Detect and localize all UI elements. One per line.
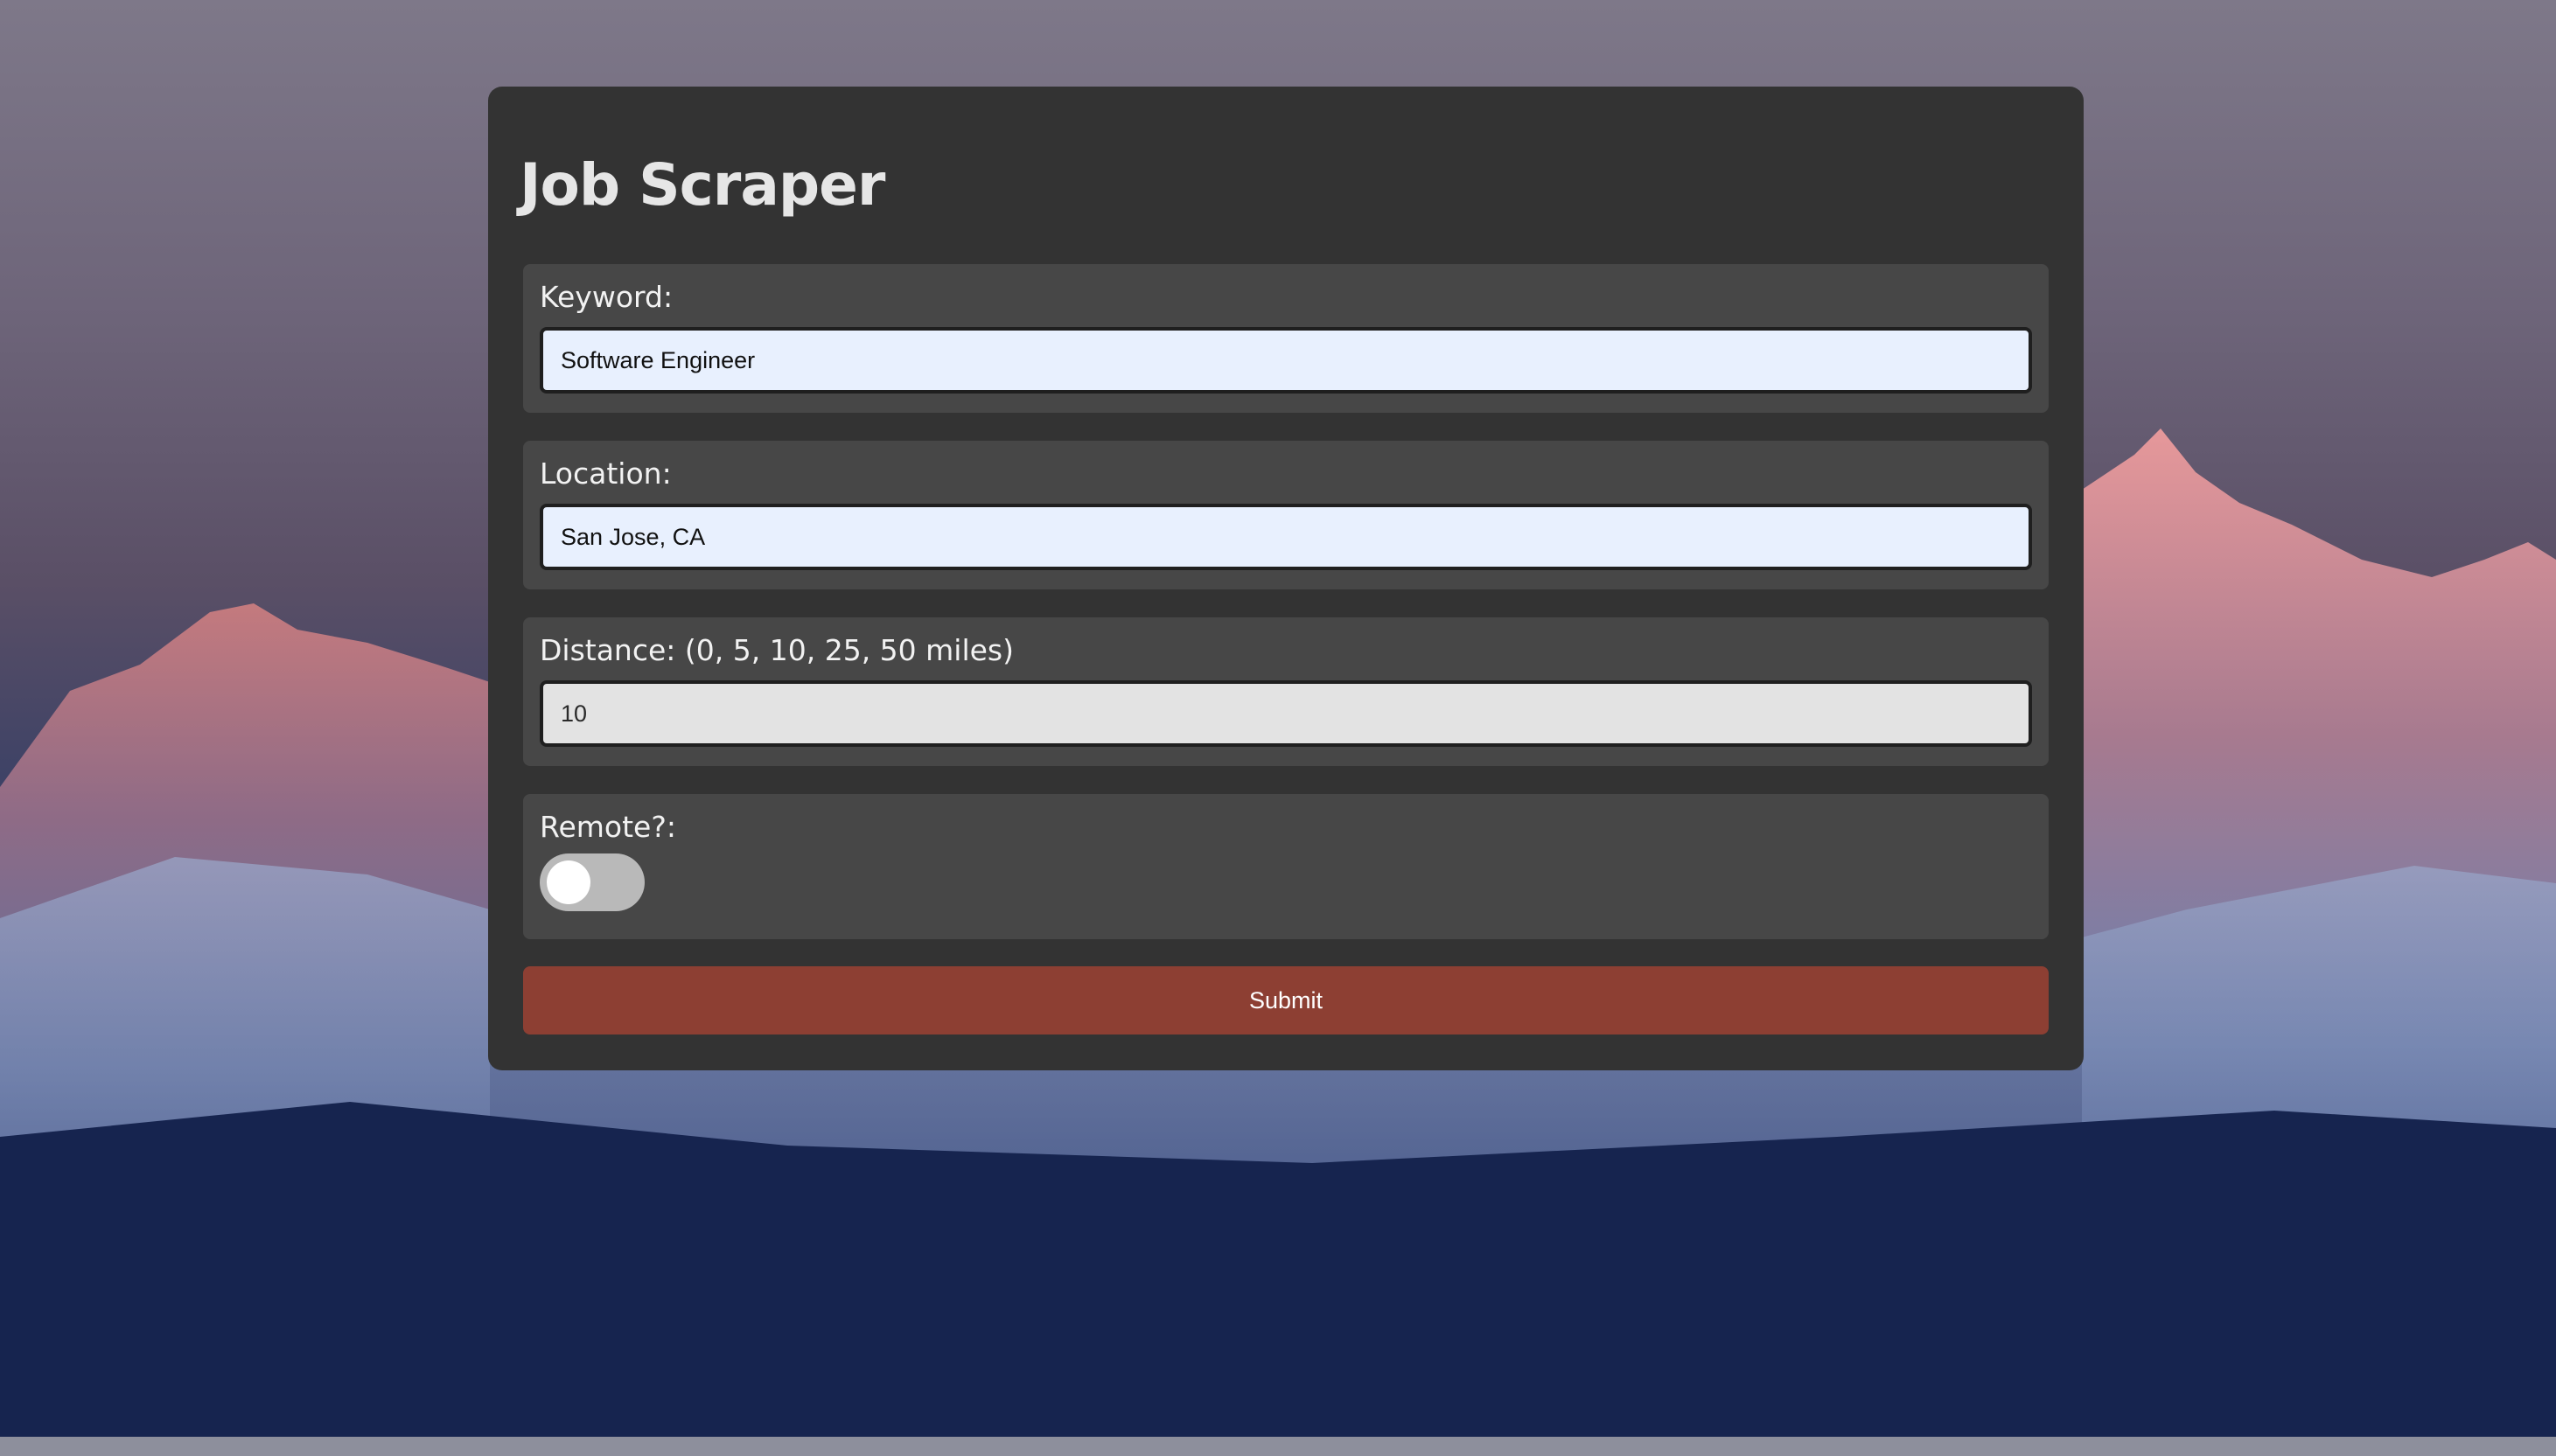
- bottom-strip: [0, 1437, 2556, 1456]
- page-title: Job Scraper: [520, 151, 885, 219]
- job-scraper-card: Job Scraper Keyword: Location: Distance:…: [488, 87, 2084, 1070]
- keyword-input[interactable]: [540, 327, 2032, 394]
- remote-toggle[interactable]: [540, 853, 645, 911]
- distance-group: Distance: (0, 5, 10, 25, 50 miles): [523, 617, 2049, 766]
- keyword-label: Keyword:: [540, 280, 674, 314]
- location-label: Location:: [540, 456, 672, 491]
- location-group: Location:: [523, 441, 2049, 589]
- submit-button[interactable]: Submit: [523, 966, 2049, 1035]
- distance-input[interactable]: [540, 680, 2032, 747]
- location-input[interactable]: [540, 504, 2032, 570]
- page-background: Job Scraper Keyword: Location: Distance:…: [0, 0, 2556, 1456]
- distance-label: Distance: (0, 5, 10, 25, 50 miles): [540, 633, 1015, 667]
- remote-group: Remote?:: [523, 794, 2049, 939]
- keyword-group: Keyword:: [523, 264, 2049, 413]
- toggle-knob: [547, 860, 590, 904]
- remote-label: Remote?:: [540, 810, 676, 844]
